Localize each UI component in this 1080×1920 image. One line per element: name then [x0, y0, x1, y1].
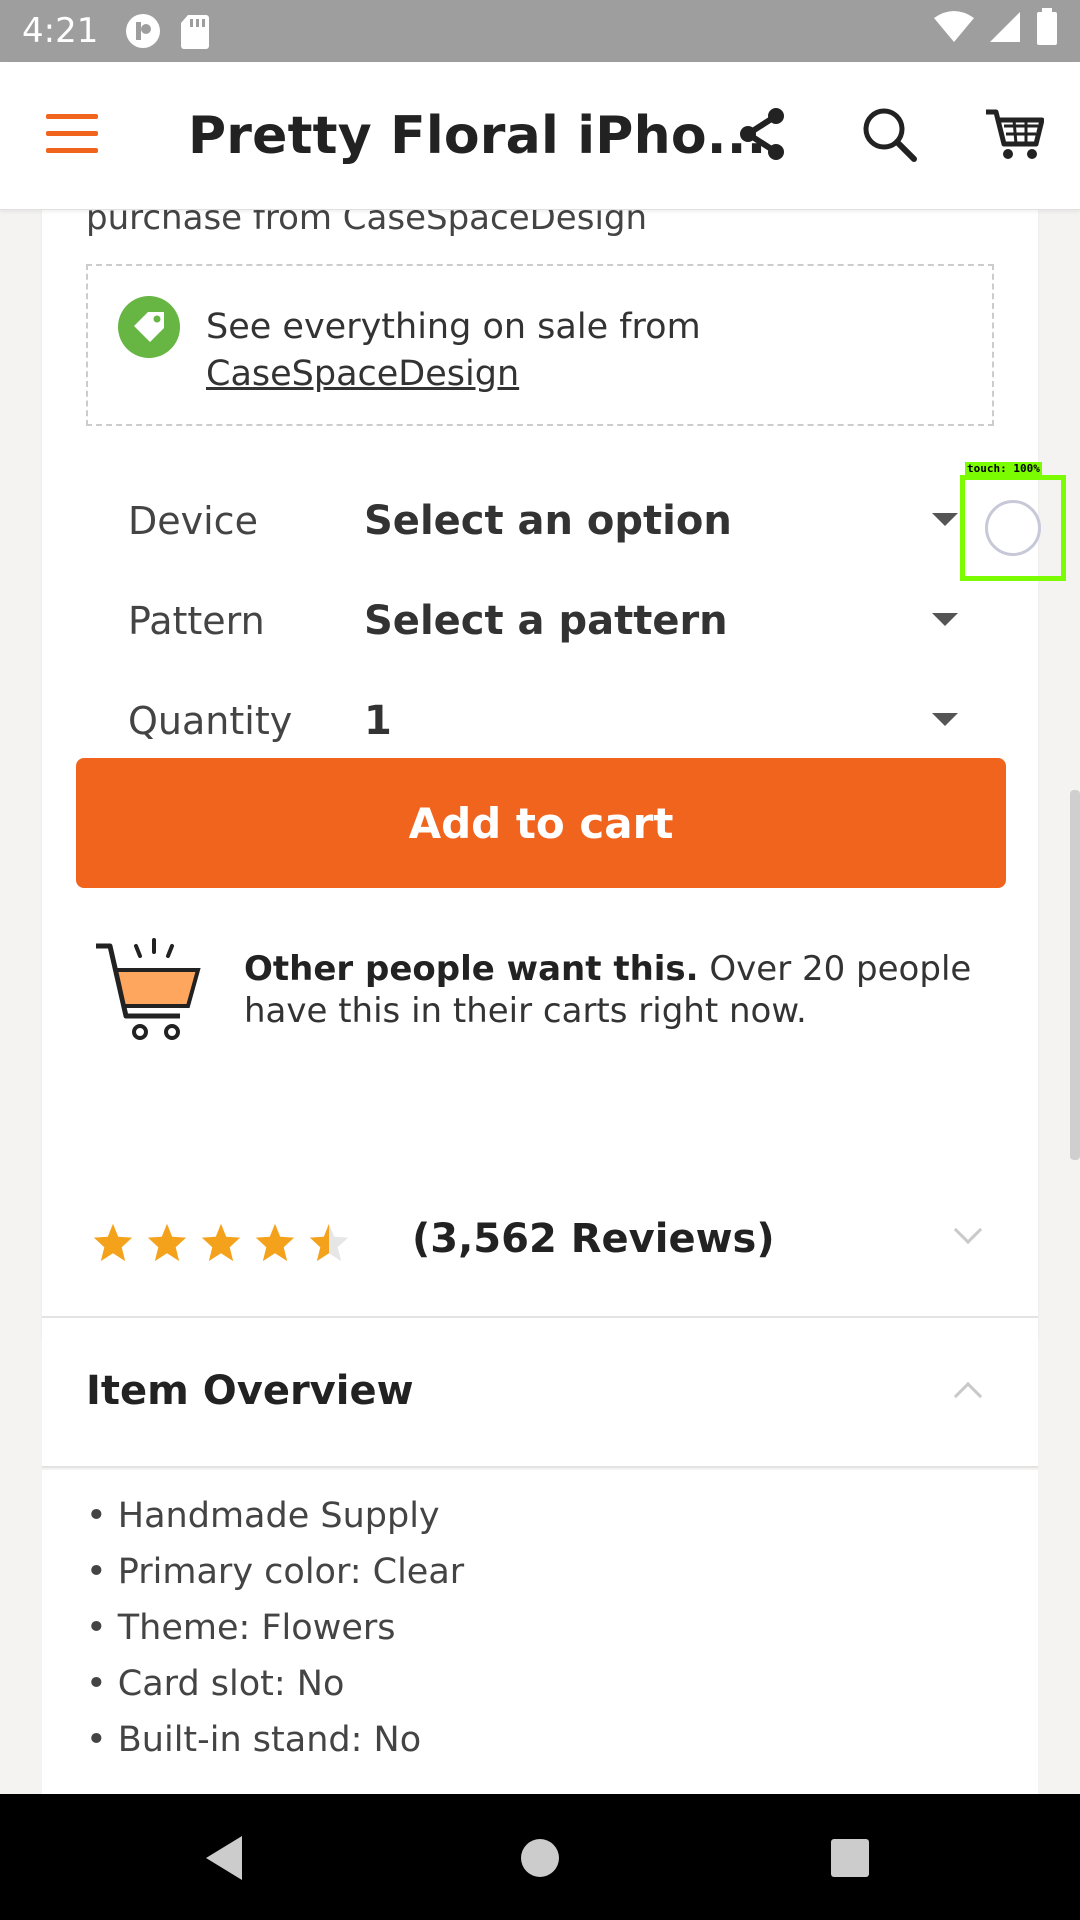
chevron-down-icon	[932, 713, 958, 726]
star-icon	[201, 1223, 241, 1262]
back-icon[interactable]	[194, 1828, 254, 1888]
quantity-label: Quantity	[128, 699, 293, 743]
device-value: Select an option	[364, 498, 732, 544]
touch-label: touch: 100%	[965, 462, 1042, 475]
reviews-section[interactable]: (3,562 Reviews)	[42, 1170, 1038, 1318]
demand-text: Other people want this. Over 20 people h…	[244, 948, 1004, 1032]
share-icon[interactable]	[730, 102, 794, 166]
star-icon	[147, 1223, 187, 1262]
item-overview-body: Handmade Supply Primary color: Clear The…	[42, 1470, 1038, 1794]
pattern-select[interactable]: Pattern Select a pattern	[128, 581, 958, 661]
pattern-value: Select a pattern	[364, 598, 728, 644]
cart-icon[interactable]	[982, 102, 1046, 166]
item-overview-title: Item Overview	[86, 1368, 414, 1414]
touch-point	[985, 500, 1041, 556]
menu-icon[interactable]	[46, 114, 98, 156]
pattern-label: Pattern	[128, 599, 265, 643]
chevron-up-icon	[953, 1381, 983, 1411]
list-item: Primary color: Clear	[86, 1544, 464, 1600]
tag-icon	[118, 296, 180, 358]
list-item: Theme: Flowers	[86, 1600, 464, 1656]
star-icon	[255, 1223, 295, 1262]
signal-icon	[988, 10, 1022, 53]
notification-icon	[124, 12, 162, 50]
purchase-card: purchase from CaseSpaceDesign See everyt…	[42, 210, 1066, 1338]
sale-box: See everything on sale from CaseSpaceDes…	[86, 264, 994, 426]
item-overview-header[interactable]: Item Overview	[42, 1320, 1038, 1468]
half-star-icon	[309, 1223, 349, 1262]
touch-indicator: touch: 100%	[960, 462, 1066, 581]
recents-icon[interactable]	[820, 1828, 880, 1888]
device-label: Device	[128, 499, 258, 543]
list-item: Handmade Supply	[86, 1488, 464, 1544]
search-icon[interactable]	[857, 102, 921, 166]
app-bar: Pretty Floral iPho...	[0, 62, 1080, 210]
sd-card-icon	[180, 13, 210, 49]
scrollbar[interactable]	[1070, 790, 1080, 1160]
wifi-icon	[934, 10, 974, 53]
demand-strong: Other people want this.	[244, 949, 699, 989]
page-title: Pretty Floral iPho...	[188, 106, 767, 166]
sale-text-label: See everything on sale from	[206, 307, 701, 347]
device-select[interactable]: Device Select an option	[128, 481, 958, 561]
add-to-cart-button[interactable]: Add to cart	[76, 758, 1006, 888]
status-bar: 4:21	[0, 0, 1080, 62]
chevron-down-icon	[932, 613, 958, 626]
overview-list: Handmade Supply Primary color: Clear The…	[86, 1488, 464, 1768]
system-nav-bar	[0, 1794, 1080, 1920]
home-icon[interactable]	[510, 1828, 570, 1888]
sale-text: See everything on sale from CaseSpaceDes…	[206, 304, 701, 398]
chevron-down-icon	[953, 1215, 983, 1245]
star-icon	[93, 1223, 133, 1262]
shopping-cart-icon	[92, 936, 202, 1046]
demand-notice: Other people want this. Over 20 people h…	[92, 936, 992, 1056]
quantity-select[interactable]: Quantity 1	[128, 681, 958, 761]
battery-icon	[1036, 7, 1058, 55]
list-item: Card slot: No	[86, 1656, 464, 1712]
reviews-count: (3,562 Reviews)	[412, 1216, 775, 1262]
list-item: Built-in stand: No	[86, 1712, 464, 1768]
quantity-value: 1	[364, 698, 392, 744]
shop-link[interactable]: CaseSpaceDesign	[206, 351, 701, 398]
product-content[interactable]: purchase from CaseSpaceDesign See everyt…	[0, 210, 1080, 1794]
status-time: 4:21	[22, 11, 99, 51]
purchase-text: purchase from CaseSpaceDesign	[86, 210, 648, 238]
chevron-down-icon	[932, 513, 958, 526]
rating-stars	[92, 1222, 350, 1262]
